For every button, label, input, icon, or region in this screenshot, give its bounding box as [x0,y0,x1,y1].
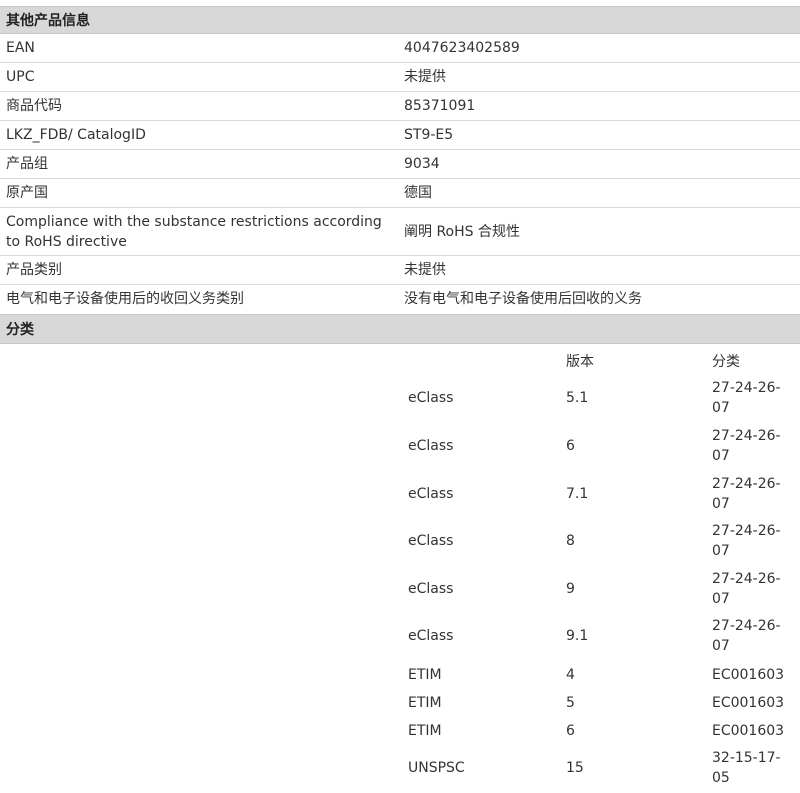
info-row-country-of-origin: 原产国 德国 [0,179,800,208]
info-value: 未提供 [404,262,446,278]
classification-table: 版本 分类 eClass 5.1 27-24-26-07 eClass 6 27… [0,344,800,793]
classification-version: 8 [566,533,575,549]
classification-system: ETIM [408,695,442,711]
classification-code: EC001603 [712,695,785,711]
classification-code: 32-15-17-05 [712,750,781,786]
classification-version: 9 [566,581,575,597]
info-label: LKZ_FDB/ CatalogID [6,127,146,143]
section-title-other-info: 其他产品信息 [6,13,90,29]
classification-code: 27-24-26-07 [712,618,781,654]
classification-system: UNSPSC [408,760,465,776]
info-row-catalog-id: LKZ_FDB/ CatalogID ST9-E5 [0,121,800,150]
info-row-weee-category: 电气和电子设备使用后的收回义务类别 没有电气和电子设备使用后回收的义务 [0,285,800,314]
classification-system: eClass [408,438,454,454]
classification-system: eClass [408,390,454,406]
info-label: 产品类别 [6,262,62,278]
info-value: 德国 [404,185,432,201]
column-header-version: 版本 [566,354,594,370]
classification-code: 27-24-26-07 [712,428,781,464]
classification-code: 27-24-26-07 [712,476,781,512]
section-header-classification: 分类 [0,314,800,344]
info-label: UPC [6,69,35,85]
info-value: 未提供 [404,69,446,85]
info-row-product-category: 产品类别 未提供 [0,256,800,285]
section-header-other-info: 其他产品信息 [0,6,800,34]
info-row-product-group: 产品组 9034 [0,150,800,179]
classification-version: 5.1 [566,390,589,406]
info-label: 产品组 [6,156,48,172]
info-value: 没有电气和电子设备使用后回收的义务 [404,291,642,307]
info-value: 4047623402589 [404,40,520,56]
info-row-upc: UPC 未提供 [0,63,800,92]
classification-system: eClass [408,628,454,644]
info-label: 电气和电子设备使用后的收回义务类别 [6,291,244,307]
classification-system: eClass [408,486,454,502]
classification-version: 6 [566,723,575,739]
info-value: 85371091 [404,98,476,114]
classification-system: eClass [408,533,454,549]
info-value: ST9-E5 [404,127,454,143]
classification-code: EC001603 [712,723,785,739]
classification-version: 4 [566,667,575,683]
section-title-classification: 分类 [6,322,34,338]
classification-system: eClass [408,581,454,597]
info-label: 原产国 [6,185,48,201]
classification-code: EC001603 [712,667,785,683]
info-label: 商品代码 [6,98,62,114]
info-row-ean: EAN 4047623402589 [0,34,800,63]
classification-code: 27-24-26-07 [712,571,781,607]
classification-version: 9.1 [566,628,589,644]
classification-version: 5 [566,695,575,711]
info-value: 9034 [404,156,440,172]
info-row-commodity-code: 商品代码 85371091 [0,92,800,121]
classification-version: 15 [566,760,584,776]
info-row-rohs-compliance: Compliance with the substance restrictio… [0,208,800,256]
classification-version: 6 [566,438,575,454]
classification-system: ETIM [408,667,442,683]
info-value: 阐明 RoHS 合规性 [404,224,520,240]
classification-code: 27-24-26-07 [712,523,781,559]
classification-version: 7.1 [566,486,589,502]
classification-code: 27-24-26-07 [712,380,781,416]
info-label: EAN [6,40,35,56]
column-header-class: 分类 [712,354,740,370]
info-label: Compliance with the substance restrictio… [6,214,382,250]
classification-system: ETIM [408,723,442,739]
